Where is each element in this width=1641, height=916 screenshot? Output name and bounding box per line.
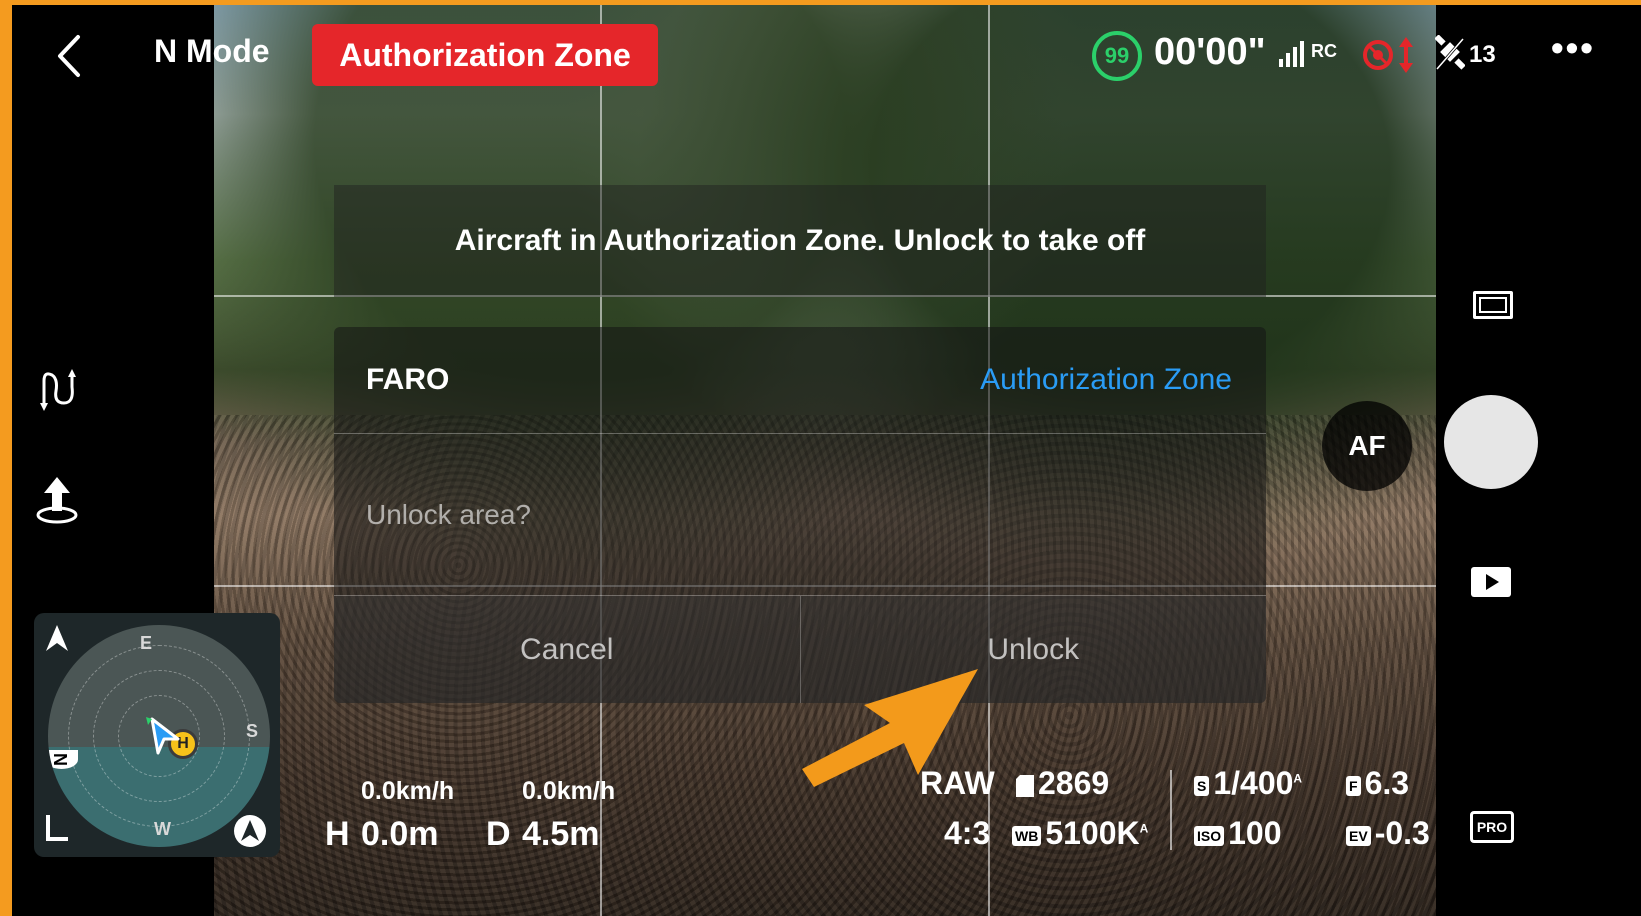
white-balance[interactable]: WB 5100KA bbox=[1012, 815, 1148, 852]
height-value: 0.0m bbox=[361, 815, 439, 853]
chevron-left-icon[interactable] bbox=[50, 33, 90, 79]
compass-south-label: S bbox=[246, 721, 259, 741]
flight-mode-label[interactable]: N Mode bbox=[154, 33, 270, 70]
satellite-icon bbox=[1435, 35, 1465, 70]
shutter-speed-value: 1/400 bbox=[1213, 765, 1294, 801]
unlock-dialog: FARO Authorization Zone Unlock area? Can… bbox=[334, 327, 1266, 703]
takeoff-icon[interactable] bbox=[34, 475, 80, 525]
flight-time: 00'00" bbox=[1154, 31, 1266, 73]
zone-name: FARO bbox=[366, 363, 450, 396]
intelligent-flight-icon[interactable] bbox=[38, 367, 82, 413]
camera-settings-divider bbox=[1170, 770, 1172, 850]
shutter-icon: S bbox=[1194, 775, 1210, 796]
unlock-question: Unlock area? bbox=[366, 499, 531, 530]
aspect-ratio[interactable]: 4:3 bbox=[944, 815, 990, 852]
shutter-speed[interactable]: S 1/400A bbox=[1194, 765, 1302, 802]
shutter-button[interactable] bbox=[1444, 395, 1538, 489]
zone-type-label[interactable]: Authorization Zone bbox=[980, 363, 1232, 397]
authorization-zone-badge[interactable]: Authorization Zone bbox=[312, 24, 658, 86]
signal-bars-icon bbox=[1279, 41, 1304, 67]
zone-info-row: FARO Authorization Zone bbox=[334, 327, 1266, 434]
shutter-auto-mark: A bbox=[1293, 771, 1303, 786]
af-button[interactable]: AF bbox=[1322, 401, 1412, 491]
distance-value: 4.5m bbox=[522, 815, 600, 853]
orange-frame: N Mode Authorization Zone 99 00'00" RC 1… bbox=[0, 0, 1641, 916]
sd-card-icon bbox=[1016, 774, 1034, 797]
obstacle-sensing-icon[interactable] bbox=[1362, 35, 1420, 75]
vertical-speed: 0.0km/h bbox=[522, 777, 616, 805]
compass-east-label: E bbox=[140, 633, 153, 653]
horizontal-speed: 0.0km/h bbox=[361, 777, 455, 805]
aircraft-position-icon bbox=[146, 717, 180, 755]
fly-app-screen: N Mode Authorization Zone 99 00'00" RC 1… bbox=[12, 5, 1641, 916]
ev-icon: EV bbox=[1346, 825, 1371, 846]
mini-map[interactable]: E S W N H bbox=[34, 613, 280, 857]
gps-indicator[interactable]: 13 bbox=[1435, 35, 1505, 75]
dialog-title: Aircraft in Authorization Zone. Unlock t… bbox=[334, 185, 1266, 297]
battery-indicator[interactable]: 99 bbox=[1092, 31, 1142, 81]
map-orientation-icon[interactable] bbox=[232, 813, 268, 849]
aperture[interactable]: F 6.3 bbox=[1346, 765, 1409, 802]
wb-icon: WB bbox=[1012, 825, 1042, 846]
height-label: H bbox=[325, 815, 350, 853]
ev-value: -0.3 bbox=[1374, 815, 1430, 851]
iso-value: 100 bbox=[1228, 815, 1282, 851]
wb-auto-mark: A bbox=[1139, 821, 1149, 836]
white-balance-value: 5100K bbox=[1045, 815, 1140, 851]
pro-mode-button[interactable]: PRO bbox=[1470, 811, 1514, 843]
iso[interactable]: ISO 100 bbox=[1194, 815, 1282, 852]
rc-signal-indicator[interactable]: RC bbox=[1279, 39, 1345, 69]
playback-icon[interactable] bbox=[1471, 567, 1511, 597]
aperture-icon: F bbox=[1346, 775, 1361, 796]
more-menu-button[interactable]: ••• bbox=[1551, 27, 1595, 69]
photo-format[interactable]: RAW bbox=[920, 765, 995, 802]
shots-remaining[interactable]: 2869 bbox=[1016, 765, 1109, 802]
iso-icon: ISO bbox=[1194, 825, 1225, 846]
distance-label: D bbox=[486, 815, 511, 853]
gps-count: 13 bbox=[1469, 41, 1496, 68]
photo-mode-icon[interactable] bbox=[1473, 291, 1513, 319]
rc-label: RC bbox=[1311, 41, 1337, 61]
map-expand-icon[interactable] bbox=[44, 813, 70, 843]
north-arrow-icon[interactable] bbox=[44, 623, 70, 653]
cancel-button[interactable]: Cancel bbox=[334, 596, 800, 703]
shots-remaining-value: 2869 bbox=[1038, 765, 1110, 801]
aperture-value: 6.3 bbox=[1364, 765, 1410, 801]
exposure-compensation[interactable]: EV -0.3 bbox=[1346, 815, 1430, 852]
compass-west-label: W bbox=[154, 819, 171, 839]
dialog-button-row: Cancel Unlock bbox=[334, 595, 1266, 703]
